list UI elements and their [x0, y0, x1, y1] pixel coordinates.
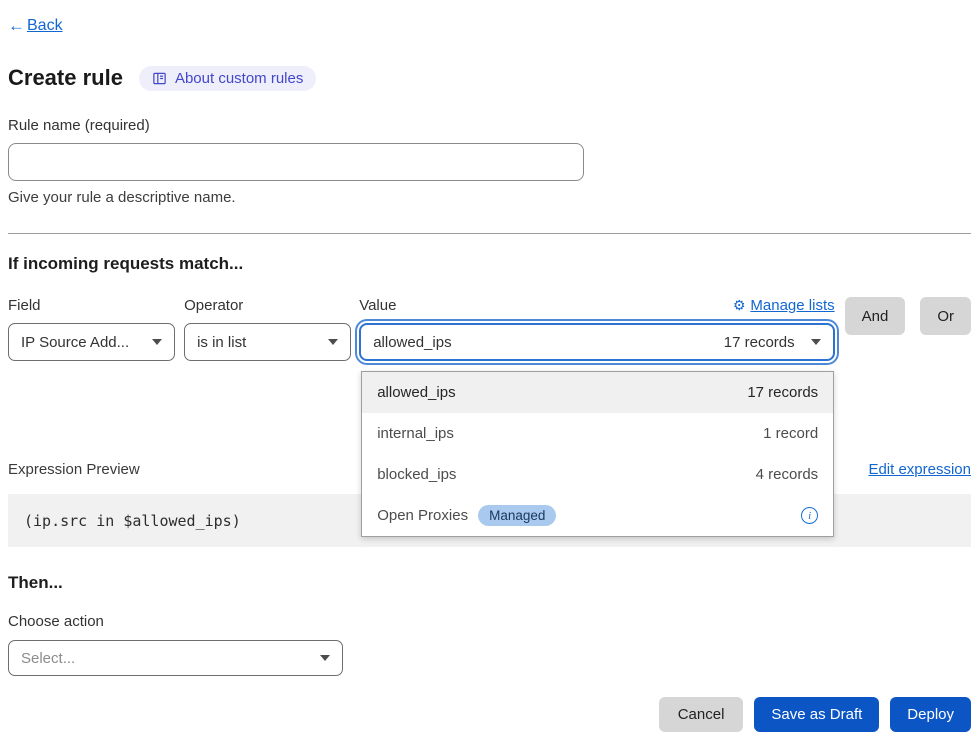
manage-lists-link[interactable]: ⚙ Manage lists [733, 297, 835, 314]
create-rule-page: ←Back Create rule About custom rules Rul… [0, 0, 979, 739]
field-column: Field IP Source Add... [8, 297, 175, 361]
gear-icon: ⚙ [733, 298, 746, 312]
book-icon [152, 71, 167, 86]
operator-select-value: is in list [197, 334, 246, 351]
about-pill-label: About custom rules [175, 70, 303, 87]
option-name: Open Proxies [377, 507, 468, 524]
list-option-blocked-ips[interactable]: blocked_ips 4 records [362, 454, 833, 495]
section-divider [8, 233, 971, 234]
value-column: Value ⚙ Manage lists allowed_ips 17 reco… [359, 297, 834, 361]
operator-select[interactable]: is in list [184, 323, 351, 361]
action-select[interactable]: Select... [8, 640, 343, 676]
edit-expression-link[interactable]: Edit expression [868, 461, 971, 478]
back-row: ←Back [8, 16, 971, 36]
managed-badge: Managed [478, 505, 556, 526]
back-link[interactable]: ←Back [8, 16, 63, 36]
cancel-button[interactable]: Cancel [659, 697, 744, 732]
rule-name-helper: Give your rule a descriptive name. [8, 189, 971, 206]
list-option-open-proxies[interactable]: Open Proxies Managed i [362, 495, 833, 536]
footer-actions: Cancel Save as Draft Deploy [8, 697, 971, 732]
value-select-right: 17 records [724, 334, 821, 351]
value-label: Value [359, 297, 396, 313]
chevron-down-icon [320, 655, 330, 661]
rule-name-label: Rule name (required) [8, 117, 971, 134]
option-name: blocked_ips [377, 466, 456, 483]
option-record-count: 1 record [763, 425, 818, 442]
expression-preview-label: Expression Preview [8, 461, 140, 478]
page-title: Create rule [8, 65, 123, 91]
list-option-internal-ips[interactable]: internal_ips 1 record [362, 413, 833, 454]
field-select[interactable]: IP Source Add... [8, 323, 175, 361]
deploy-button[interactable]: Deploy [890, 697, 971, 732]
option-name: internal_ips [377, 425, 454, 442]
value-select-meta: 17 records [724, 334, 795, 351]
list-dropdown: allowed_ips 17 records internal_ips 1 re… [361, 371, 834, 537]
option-name: allowed_ips [377, 384, 455, 401]
chevron-down-icon [152, 339, 162, 345]
match-section-heading: If incoming requests match... [8, 254, 971, 274]
operator-label: Operator [184, 297, 351, 313]
value-select[interactable]: allowed_ips 17 records [359, 323, 834, 361]
back-arrow-icon: ← [8, 16, 25, 36]
choose-action-label: Choose action [8, 613, 971, 630]
then-heading: Then... [8, 573, 971, 593]
match-controls-row: Field IP Source Add... Operator is in li… [8, 297, 971, 361]
info-icon[interactable]: i [801, 507, 818, 524]
about-custom-rules-link[interactable]: About custom rules [139, 66, 316, 91]
chevron-down-icon [811, 339, 821, 345]
expression-code: (ip.src in $allowed_ips) [24, 512, 241, 530]
chevron-down-icon [328, 339, 338, 345]
action-select-placeholder: Select... [21, 650, 75, 667]
value-label-row: Value ⚙ Manage lists [359, 297, 834, 313]
list-option-allowed-ips[interactable]: allowed_ips 17 records [362, 372, 833, 413]
option-record-count: 4 records [756, 466, 819, 483]
option-record-count: 17 records [747, 384, 818, 401]
and-button[interactable]: And [845, 297, 906, 335]
title-row: Create rule About custom rules [8, 65, 971, 91]
value-select-value: allowed_ips [373, 334, 451, 351]
back-link-label: Back [27, 17, 63, 35]
or-button[interactable]: Or [920, 297, 971, 335]
option-name-group: Open Proxies Managed [377, 505, 556, 526]
save-as-draft-button[interactable]: Save as Draft [754, 697, 879, 732]
operator-column: Operator is in list [184, 297, 351, 361]
field-select-value: IP Source Add... [21, 334, 129, 351]
rule-name-section: Rule name (required) Give your rule a de… [8, 117, 971, 206]
manage-lists-label: Manage lists [750, 297, 834, 314]
rule-name-input[interactable] [8, 143, 584, 181]
field-label: Field [8, 297, 175, 313]
